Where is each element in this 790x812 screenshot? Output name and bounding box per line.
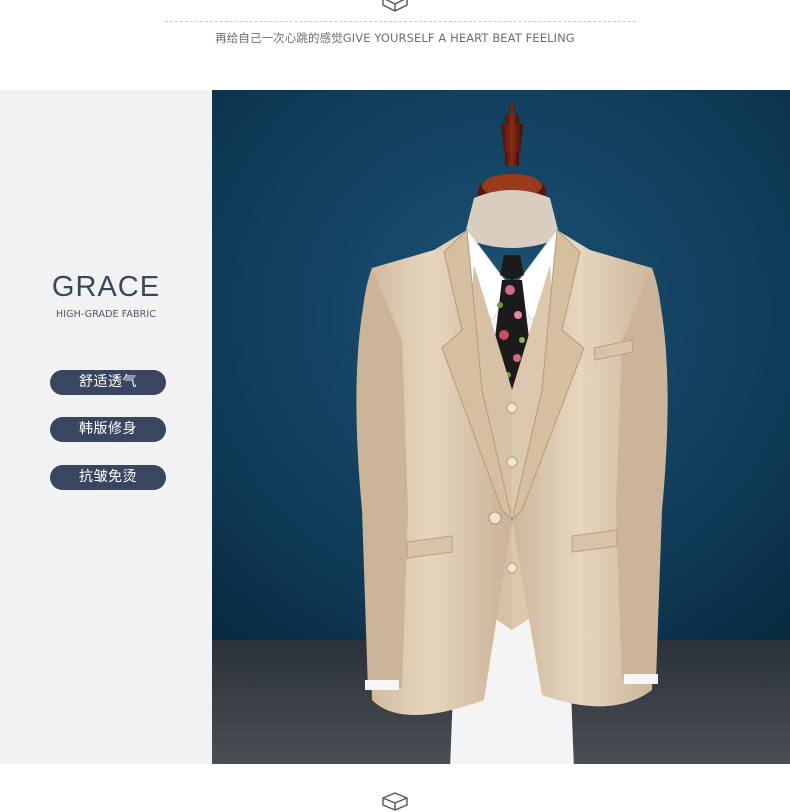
feature-tag-slim-fit: 韩版修身 [50,417,166,442]
feature-subtitle: HIGH-GRADE FABRIC [56,309,156,320]
slogan-text: 再给自己一次心跳的感觉GIVE YOURSELF A HEART BEAT FE… [215,31,575,45]
section-header: 再给自己一次心跳的感觉GIVE YOURSELF A HEART BEAT FE… [0,0,790,90]
product-photo [212,90,790,764]
box-icon [382,0,408,12]
feature-tag-wrinkle-free: 抗皱免烫 [50,465,166,490]
box-icon [382,792,408,811]
divider-line [165,21,636,22]
section-footer [0,764,790,811]
suit-illustration [212,90,790,764]
feature-tag-breathable: 舒适透气 [50,370,166,395]
feature-panel: GRACE HIGH-GRADE FABRIC 舒适透气 韩版修身 抗皱免烫 [0,90,212,764]
feature-title: GRACE [51,271,161,303]
